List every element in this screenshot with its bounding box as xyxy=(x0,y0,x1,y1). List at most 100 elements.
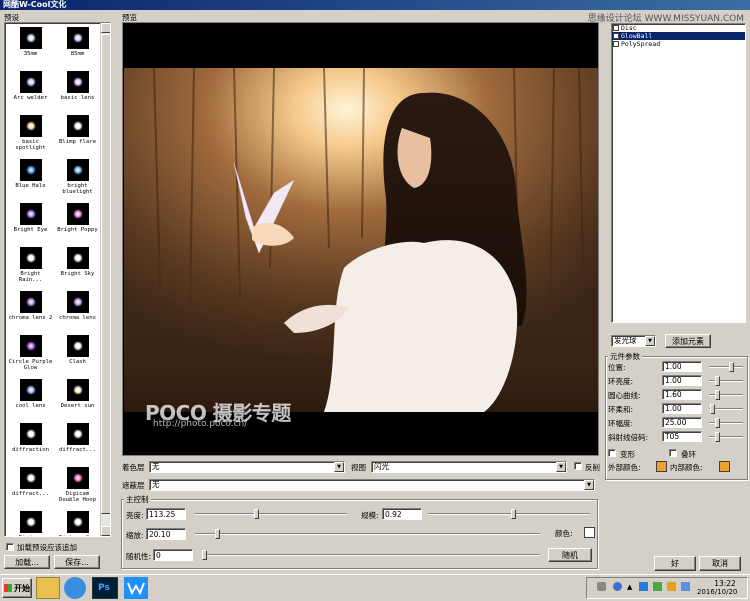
preset-item[interactable]: diffract... xyxy=(54,421,101,465)
param-slider-knob[interactable] xyxy=(715,432,720,442)
preset-item[interactable]: bright bluelight xyxy=(54,157,101,201)
scale-slider-knob[interactable] xyxy=(511,509,516,519)
param-slider-knob[interactable] xyxy=(710,404,715,414)
param-input[interactable] xyxy=(662,417,702,428)
abnormal-checkbox[interactable] xyxy=(574,462,582,470)
overlap-checkbox[interactable] xyxy=(669,449,677,457)
preset-item[interactable]: Circle Purple Glow xyxy=(7,333,54,377)
preview-photo[interactable] xyxy=(124,68,598,412)
chevron-down-icon[interactable]: ▼ xyxy=(334,462,344,472)
param-slider-knob[interactable] xyxy=(715,418,720,428)
help-icon[interactable] xyxy=(613,582,622,591)
ok-button[interactable]: 好 xyxy=(654,556,696,571)
preset-thumbnail xyxy=(19,71,42,93)
outer-color-swatch[interactable] xyxy=(656,461,667,472)
preset-item[interactable]: 85mm xyxy=(54,25,101,69)
zoom-slider-knob[interactable] xyxy=(215,529,220,539)
save-preset-button[interactable]: 保存... xyxy=(54,555,100,569)
flare-icon xyxy=(72,517,83,527)
browser-icon[interactable] xyxy=(64,577,86,599)
random-button[interactable]: 随机 xyxy=(548,548,592,562)
load-preset-button[interactable]: 加载... xyxy=(4,555,50,569)
preset-item[interactable]: chroma lens 2 xyxy=(7,289,54,333)
param-slider-knob[interactable] xyxy=(715,390,720,400)
wcool-app-icon[interactable] xyxy=(124,577,148,599)
preset-item[interactable]: cool lens xyxy=(7,377,54,421)
preset-item[interactable]: basic lens xyxy=(54,69,101,113)
random-slider-track[interactable] xyxy=(202,554,540,556)
random-slider-knob[interactable] xyxy=(202,550,207,560)
element-enable-checkbox[interactable] xyxy=(613,41,619,47)
scale-input[interactable] xyxy=(382,508,422,520)
preset-item[interactable]: Digicam Sun xyxy=(54,509,101,536)
chevron-down-icon[interactable]: ▼ xyxy=(556,462,566,472)
zoom-input[interactable] xyxy=(146,528,186,540)
element-list-item[interactable]: PolySpread xyxy=(612,40,745,48)
preset-thumbnail xyxy=(66,511,89,533)
zoom-slider-track[interactable] xyxy=(195,533,540,535)
inner-color-swatch[interactable] xyxy=(719,461,730,472)
preset-item[interactable]: 35mm xyxy=(7,25,54,69)
preset-item[interactable]: Bright Rain... xyxy=(7,245,54,289)
brightness-slider-knob[interactable] xyxy=(254,509,259,519)
element-enable-checkbox[interactable] xyxy=(613,25,619,31)
preset-item[interactable]: chroma lens xyxy=(54,289,101,333)
deform-checkbox[interactable] xyxy=(608,449,616,457)
append-presets-checkbox[interactable] xyxy=(6,543,14,551)
param-slider-knob[interactable] xyxy=(729,362,734,372)
param-input[interactable] xyxy=(662,389,702,400)
preset-item[interactable]: Digicam Double Hoop xyxy=(54,465,101,509)
preset-scrollbar[interactable] xyxy=(100,23,110,536)
preset-item[interactable]: Desert sun xyxy=(54,377,101,421)
clock-time[interactable]: 13:22 xyxy=(707,579,743,588)
flag-icon[interactable] xyxy=(681,582,690,591)
preset-item[interactable]: Bright Eye xyxy=(7,201,54,245)
element-list-item[interactable]: Disc xyxy=(612,24,745,32)
scroll-down-button[interactable] xyxy=(101,526,110,536)
preset-item[interactable]: Clash xyxy=(54,333,101,377)
preset-item[interactable]: basic spotlight xyxy=(7,113,54,157)
element-list[interactable]: Disc GlowBall PolySpread xyxy=(611,23,746,323)
color-swatch[interactable] xyxy=(584,527,595,538)
start-button[interactable]: 开始 xyxy=(2,578,32,598)
chevron-down-icon[interactable]: ▼ xyxy=(645,336,655,346)
scroll-up-button[interactable] xyxy=(101,23,110,33)
color-layer-select[interactable]: 无 ▼ xyxy=(149,461,345,473)
preset-item[interactable]: Arc welder xyxy=(7,69,54,113)
cancel-button[interactable]: 取消 xyxy=(699,556,741,571)
view-select[interactable]: 闪光 ▼ xyxy=(371,461,567,473)
keyboard-icon[interactable] xyxy=(597,582,606,591)
param-input[interactable] xyxy=(662,403,702,414)
preset-item[interactable]: Blimp flare xyxy=(54,113,101,157)
network-icon[interactable] xyxy=(653,582,662,591)
mask-layer-select[interactable]: 无 ▼ xyxy=(149,479,595,491)
preset-item[interactable]: Digicam xyxy=(7,509,54,536)
random-input[interactable] xyxy=(153,549,193,561)
element-list-item[interactable]: GlowBall xyxy=(612,32,745,40)
preset-item[interactable]: diffract... xyxy=(7,465,54,509)
element-type-select[interactable]: 发光球 ▼ xyxy=(611,335,656,347)
preset-list[interactable]: 35mm 85mm Arc welder basic lens basic spotli… xyxy=(4,22,111,537)
preset-item[interactable]: Bright Poppy xyxy=(54,201,101,245)
element-enable-checkbox[interactable] xyxy=(613,33,619,39)
volume-icon[interactable] xyxy=(667,582,676,591)
preset-item[interactable]: Bright Sky xyxy=(54,245,101,289)
shield-icon[interactable] xyxy=(639,582,648,591)
param-input[interactable] xyxy=(662,375,702,386)
param-input[interactable] xyxy=(662,361,702,372)
brightness-slider-track[interactable] xyxy=(195,513,347,515)
file-explorer-icon[interactable] xyxy=(36,577,60,599)
add-element-button[interactable]: 添加元素 xyxy=(665,334,711,348)
preset-item[interactable]: Blue Halo xyxy=(7,157,54,201)
param-slider-track[interactable] xyxy=(709,366,743,368)
tray-chevron-icon[interactable]: ▲ xyxy=(627,583,632,591)
scroll-thumb[interactable] xyxy=(101,34,110,514)
brightness-input[interactable] xyxy=(146,508,186,520)
param-slider-knob[interactable] xyxy=(715,376,720,386)
scale-slider-track[interactable] xyxy=(428,513,590,515)
param-input[interactable] xyxy=(662,431,702,442)
photoshop-icon[interactable]: Ps xyxy=(92,577,118,599)
clock-date[interactable]: 2016/10/20 xyxy=(697,588,737,596)
chevron-down-icon[interactable]: ▼ xyxy=(584,480,594,490)
preset-item[interactable]: diffraction xyxy=(7,421,54,465)
